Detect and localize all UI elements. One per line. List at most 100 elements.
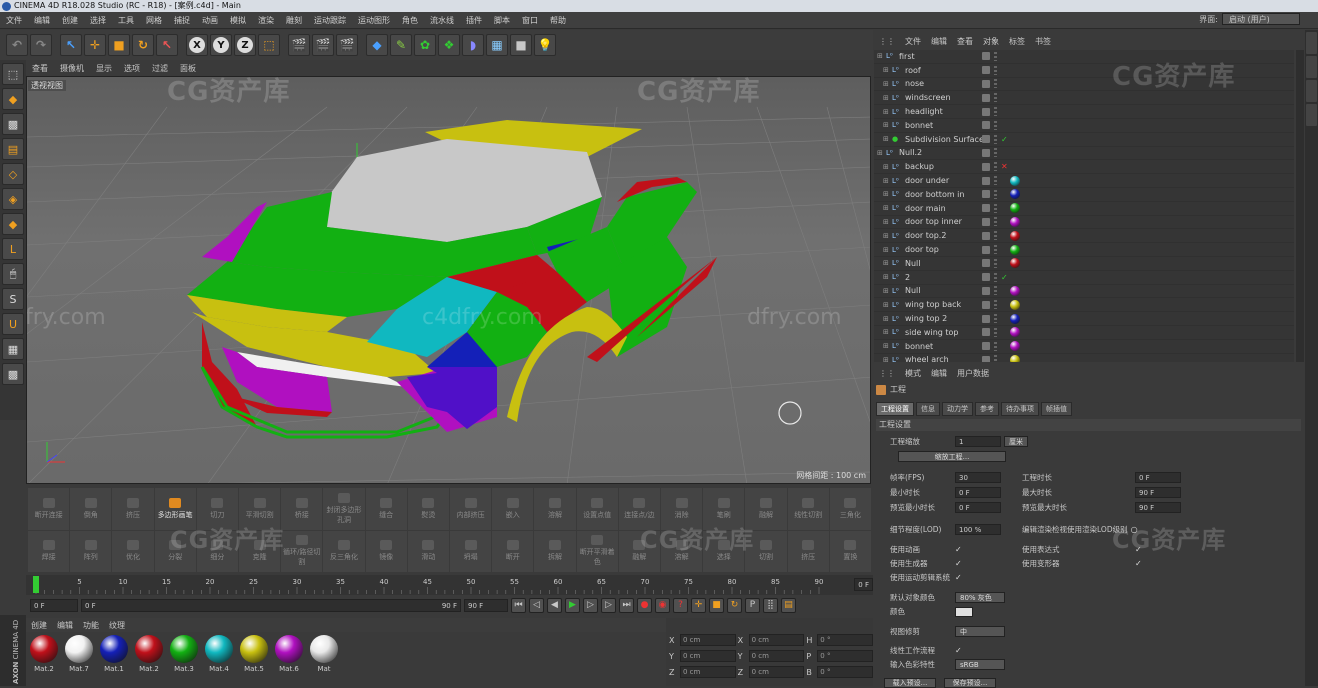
key-pla-icon[interactable]: ⣿: [763, 597, 778, 613]
attribute-menu-item[interactable]: 编辑: [926, 368, 952, 379]
attribute-tab[interactable]: 信息: [916, 402, 940, 416]
expand-icon[interactable]: ⊞: [883, 163, 889, 171]
command-button[interactable]: 挤压: [112, 488, 154, 530]
attribute-tab[interactable]: 参考: [975, 402, 999, 416]
layer-icon[interactable]: [982, 314, 990, 323]
object-row[interactable]: ⊞ L⁰ bonnet: [874, 340, 1294, 354]
start-frame-field[interactable]: 0 F: [30, 598, 78, 612]
object-row[interactable]: ⊞ L⁰ backup ✕: [874, 160, 1294, 175]
command-button[interactable]: 熨烫: [407, 488, 449, 530]
menu-item[interactable]: 网格: [140, 15, 168, 26]
command-button[interactable]: 镜像: [365, 530, 407, 572]
lock-workplane-icon[interactable]: ▦: [2, 338, 24, 360]
material-tag-icon[interactable]: [1010, 175, 1020, 186]
command-button[interactable]: 拆解: [534, 530, 576, 572]
recent-tool-icon[interactable]: ↖: [156, 34, 178, 56]
object-menu-item[interactable]: 标签: [1004, 36, 1030, 47]
key-position-icon[interactable]: ✛: [691, 597, 706, 613]
layer-icon[interactable]: [982, 259, 990, 268]
project-time-field[interactable]: 0 F: [1135, 472, 1181, 483]
next-frame-icon[interactable]: ▷: [583, 597, 598, 613]
menu-item[interactable]: 模拟: [224, 15, 252, 26]
layer-icon[interactable]: [982, 328, 990, 337]
object-row[interactable]: ⊞ L⁰ side wing top: [874, 326, 1294, 340]
visibility-dots[interactable]: [994, 217, 997, 227]
visibility-dots[interactable]: [994, 272, 997, 282]
material-swatch[interactable]: Mat.7: [63, 632, 95, 686]
material-tag-icon[interactable]: [1010, 216, 1020, 227]
menu-item[interactable]: 流水线: [424, 15, 460, 26]
visibility-dots[interactable]: [994, 341, 997, 351]
range-slider[interactable]: 0 F 90 F: [81, 598, 461, 612]
fps-field[interactable]: 30: [955, 472, 1001, 483]
command-button[interactable]: 断开平滑着色: [576, 530, 618, 572]
expand-icon[interactable]: ⊞: [883, 232, 889, 240]
menu-item[interactable]: 脚本: [488, 15, 516, 26]
menu-item[interactable]: 窗口: [516, 15, 544, 26]
texture-mode-icon[interactable]: ▩: [2, 113, 24, 135]
expand-icon[interactable]: ⊞: [883, 66, 889, 74]
layer-icon[interactable]: [982, 79, 990, 88]
layout-selector[interactable]: 界面: 启动 (用户): [1199, 13, 1300, 25]
key-param-icon[interactable]: P: [745, 597, 760, 613]
material-swatch[interactable]: Mat.3: [168, 632, 200, 686]
menu-item[interactable]: 运动图形: [352, 15, 396, 26]
command-button[interactable]: 封闭多边形孔洞: [323, 488, 365, 530]
layer-icon[interactable]: [982, 217, 990, 226]
attribute-tab[interactable]: 帧插值: [1041, 402, 1072, 416]
attribute-tab[interactable]: 动力学: [942, 402, 973, 416]
timeline-end-field[interactable]: 0 F: [854, 578, 873, 591]
visibility-dots[interactable]: [994, 300, 997, 310]
goto-end-icon[interactable]: ⏭: [619, 597, 634, 613]
object-row[interactable]: ⊞ L⁰ door top.2: [874, 229, 1294, 244]
command-button[interactable]: 溶解: [534, 488, 576, 530]
layer-icon[interactable]: [982, 66, 990, 75]
command-button[interactable]: 滑动: [407, 530, 449, 572]
object-row[interactable]: ⊞ L⁰ windscreen: [874, 91, 1294, 106]
layer-icon[interactable]: [982, 121, 990, 130]
material-menu-item[interactable]: 功能: [78, 620, 104, 631]
rotate-icon[interactable]: ↻: [132, 34, 154, 56]
camera-icon[interactable]: ■: [510, 34, 532, 56]
render-lod-checkbox[interactable]: ○: [1131, 525, 1139, 534]
material-tag-icon[interactable]: [1010, 203, 1020, 214]
polygons-mode-icon[interactable]: ◆: [2, 213, 24, 235]
attribute-menu-item[interactable]: 模式: [900, 368, 926, 379]
key-rotation-icon[interactable]: ↻: [727, 597, 742, 613]
playhead[interactable]: [33, 576, 39, 593]
use-deform-checkbox[interactable]: ✓: [1135, 559, 1143, 568]
cloner-icon[interactable]: ❖: [438, 34, 460, 56]
render-settings-icon[interactable]: 🎬: [336, 34, 358, 56]
material-tag-icon[interactable]: [1010, 299, 1020, 310]
tab-structure[interactable]: [1306, 104, 1317, 126]
y-axis-button[interactable]: Y: [210, 34, 232, 56]
expand-icon[interactable]: ⊞: [883, 94, 889, 102]
expand-icon[interactable]: ⊞: [883, 328, 889, 336]
object-row[interactable]: ⊞ L⁰ bonnet: [874, 119, 1294, 133]
use-anim-checkbox[interactable]: ✓: [955, 545, 963, 554]
edges-mode-icon[interactable]: ◈: [2, 188, 24, 210]
menu-item[interactable]: 文件: [0, 15, 28, 26]
coord-field[interactable]: 0 cm: [679, 666, 736, 678]
project-scale-field[interactable]: 1: [955, 436, 1001, 447]
visibility-dots[interactable]: [994, 176, 997, 186]
object-row[interactable]: ⊞ L⁰ door main: [874, 202, 1294, 216]
expand-icon[interactable]: ⊞: [883, 204, 889, 212]
attribute-menu-item[interactable]: 用户数据: [952, 368, 994, 379]
project-scale-unit[interactable]: 厘米: [1004, 436, 1028, 447]
load-preset-button[interactable]: 载入预设...: [884, 678, 936, 688]
linear-checkbox[interactable]: ✓: [955, 646, 963, 655]
prev-key-icon[interactable]: ◁: [529, 597, 544, 613]
subdivision-icon[interactable]: ✿: [414, 34, 436, 56]
object-menu-item[interactable]: 编辑: [926, 36, 952, 47]
next-key-icon[interactable]: ▷: [601, 597, 616, 613]
material-tag-icon[interactable]: [1010, 354, 1020, 362]
goto-start-icon[interactable]: ⏮: [511, 597, 526, 613]
command-button[interactable]: 循环/路径切割: [281, 530, 323, 572]
command-button[interactable]: 挤压: [787, 530, 829, 572]
layer-icon[interactable]: [982, 231, 990, 240]
layer-icon[interactable]: [982, 190, 990, 199]
expand-icon[interactable]: ⊞: [883, 273, 889, 281]
tab-layers[interactable]: [1306, 80, 1317, 102]
expand-icon[interactable]: ⊞: [883, 301, 889, 309]
